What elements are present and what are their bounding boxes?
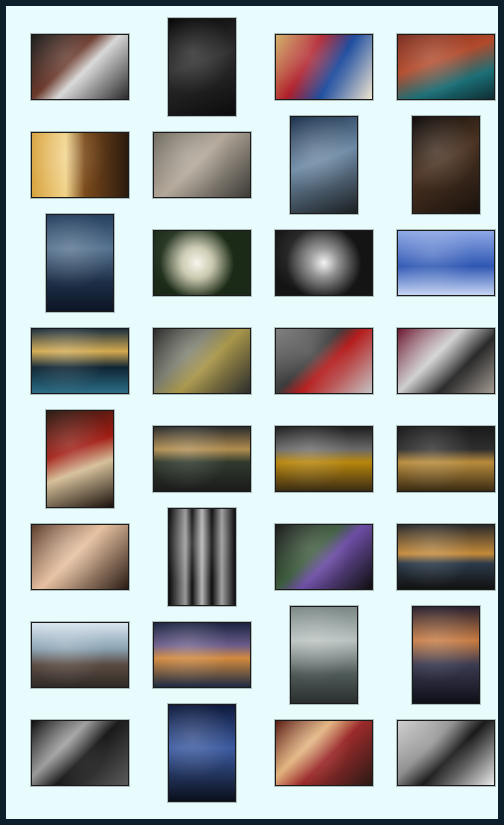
photo-lake-sunset[interactable] <box>30 328 129 394</box>
photo-birch-forest[interactable] <box>167 508 236 606</box>
thumbnail-cell <box>384 606 504 704</box>
gallery-row <box>6 410 498 508</box>
thumbnail-cell <box>18 214 141 312</box>
thumbnail-cell <box>384 704 504 802</box>
thumbnail-cell <box>262 606 385 704</box>
thumbnail-cell <box>140 606 263 704</box>
thumbnail-cell <box>262 410 385 508</box>
photo-white-flower[interactable] <box>152 230 251 296</box>
thumbnail-cell <box>262 116 385 214</box>
photo-dancers-motion[interactable] <box>30 34 129 100</box>
photo-rocky-shore[interactable] <box>152 426 251 492</box>
gallery-row <box>6 508 498 606</box>
photo-misty-ship[interactable] <box>289 606 358 704</box>
photo-skater-motion[interactable] <box>396 720 495 786</box>
gallery-row <box>6 606 498 704</box>
photo-old-street[interactable] <box>152 132 251 198</box>
thumbnail-cell <box>262 704 385 802</box>
thumbnail-cell <box>18 410 141 508</box>
thumbnail-cell <box>384 508 504 606</box>
gallery-frame <box>0 0 504 825</box>
photo-statue-blue[interactable] <box>289 116 358 214</box>
photo-dark-fields[interactable] <box>396 426 495 492</box>
photo-accordion-player[interactable] <box>274 328 373 394</box>
photo-tango-feet[interactable] <box>396 328 495 394</box>
photo-wave-swirl[interactable] <box>274 230 373 296</box>
thumbnail-cell <box>140 704 263 802</box>
photo-reflection-pond[interactable] <box>274 524 373 590</box>
thumbnail-cell <box>140 116 263 214</box>
thumbnail-cell <box>140 312 263 410</box>
thumbnail-cell <box>384 312 504 410</box>
thumbnail-cell <box>18 116 141 214</box>
thumbnail-cell <box>18 508 141 606</box>
photo-cliff-clouds[interactable] <box>152 328 251 394</box>
thumbnail-cell <box>140 410 263 508</box>
photo-red-interior[interactable] <box>45 410 114 508</box>
photo-carnival-masks[interactable] <box>274 34 373 100</box>
gallery-panel <box>6 6 498 819</box>
thumbnail-cell <box>384 18 504 116</box>
thumbnail-grid <box>6 6 498 819</box>
photo-bench-beach[interactable] <box>30 622 129 688</box>
thumbnail-cell <box>140 214 263 312</box>
thumbnail-cell <box>384 410 504 508</box>
photo-dancer-portrait[interactable] <box>30 524 129 590</box>
thumbnail-cell <box>140 508 263 606</box>
gallery-row <box>6 18 498 116</box>
thumbnail-cell <box>18 606 141 704</box>
photo-iron-gate[interactable] <box>411 116 480 214</box>
photo-yellow-house[interactable] <box>30 132 129 198</box>
gallery-row <box>6 704 498 802</box>
photo-island-sunset[interactable] <box>152 622 251 688</box>
thumbnail-cell <box>384 214 504 312</box>
thumbnail-cell <box>262 312 385 410</box>
thumbnail-cell <box>18 704 141 802</box>
thumbnail-cell <box>18 312 141 410</box>
gallery-row <box>6 214 498 312</box>
photo-water-ripples[interactable] <box>396 524 495 590</box>
thumbnail-cell <box>262 214 385 312</box>
photo-windmill-storm[interactable] <box>274 426 373 492</box>
photo-dark-hand[interactable] <box>167 18 236 116</box>
photo-boat-canal[interactable] <box>396 34 495 100</box>
photo-pier-sunset[interactable] <box>411 606 480 704</box>
thumbnail-cell <box>384 116 504 214</box>
photo-night-lake[interactable] <box>167 704 236 802</box>
photo-blue-mountains[interactable] <box>45 214 114 312</box>
thumbnail-cell <box>140 18 263 116</box>
gallery-row <box>6 312 498 410</box>
photo-ocean-blue[interactable] <box>396 230 495 296</box>
gallery-row <box>6 116 498 214</box>
thumbnail-cell <box>262 508 385 606</box>
photo-dancers-floor[interactable] <box>274 720 373 786</box>
thumbnail-cell <box>262 18 385 116</box>
photo-shore-silver[interactable] <box>30 720 129 786</box>
thumbnail-cell <box>18 18 141 116</box>
